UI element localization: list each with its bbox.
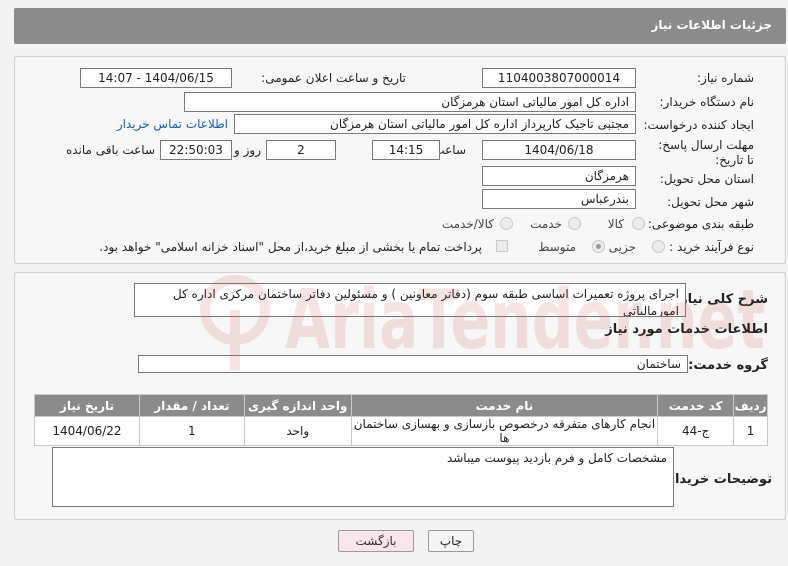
page-header: جزئیات اطلاعات نیاز bbox=[14, 8, 786, 44]
category-radio-goods[interactable] bbox=[632, 217, 645, 230]
days-field: 2 bbox=[266, 140, 336, 160]
remaining-time-field: 22:50:03 bbox=[160, 140, 232, 160]
process-label-minor: جزیی bbox=[608, 240, 636, 254]
back-button[interactable]: بازگشت bbox=[338, 530, 414, 552]
buyer-org-label: نام دستگاه خریدار: bbox=[659, 95, 755, 109]
process-radio-minor[interactable] bbox=[652, 240, 665, 253]
cell-service-code: ج-44 bbox=[657, 416, 735, 446]
announce-label: تاریخ و ساعت اعلان عمومی: bbox=[261, 71, 406, 85]
province-field: هرمزگان bbox=[482, 166, 636, 186]
category-label-goods: کالا bbox=[607, 217, 624, 231]
services-table-header: ردیف کد خدمت نام خدمت واحد اندازه گیری ت… bbox=[34, 394, 768, 417]
province-label: استان محل تحویل: bbox=[659, 172, 754, 186]
category-radio-goods-service[interactable] bbox=[500, 217, 513, 230]
need-number-label: شماره نیاز: bbox=[697, 71, 754, 85]
cell-row: 1 bbox=[733, 416, 768, 446]
days-label: روز و bbox=[234, 143, 261, 157]
remaining-label: ساعت باقی مانده bbox=[65, 143, 155, 157]
process-label-medium: متوسط bbox=[538, 240, 576, 254]
col-service-code: کد خدمت bbox=[657, 394, 735, 417]
need-number-field: 1104003807000014 bbox=[482, 68, 636, 88]
contact-info-link[interactable]: اطلاعات تماس خریدار bbox=[117, 117, 228, 131]
table-row: 1 ج-44 انجام کارهای متفرقه درخصوص بازساز… bbox=[34, 416, 768, 446]
cell-unit: واحد bbox=[243, 416, 352, 446]
buyer-notes-label: توضیحات خریدار: bbox=[662, 472, 772, 487]
page-title: جزئیات اطلاعات نیاز bbox=[651, 18, 772, 32]
process-label: نوع فرآیند خرید : bbox=[669, 240, 754, 254]
col-unit: واحد اندازه گیری bbox=[243, 394, 352, 417]
services-table: ردیف کد خدمت نام خدمت واحد اندازه گیری ت… bbox=[34, 394, 768, 446]
deadline-label: مهلت ارسال پاسخ: تا تاریخ: bbox=[658, 138, 754, 167]
category-label-service: خدمت bbox=[530, 217, 562, 231]
col-row: ردیف bbox=[733, 394, 768, 417]
summary-label: شرح کلی نیاز: bbox=[674, 292, 768, 307]
col-service-name: نام خدمت bbox=[350, 394, 659, 417]
announce-field: 1404/06/15 - 14:07 bbox=[80, 68, 232, 88]
cell-service-name: انجام کارهای متفرقه درخصوص بازسازی و بهس… bbox=[350, 416, 659, 446]
deadline-time-field: 14:15 bbox=[372, 140, 440, 160]
buyer-notes-text: مشخصات کامل و فرم بازدید پیوست میباشد bbox=[52, 447, 674, 507]
category-label-goods-service: کالا/خدمت bbox=[441, 217, 494, 231]
col-quantity: تعداد / مقدار bbox=[138, 394, 245, 417]
print-button[interactable]: چاپ bbox=[428, 530, 474, 552]
cell-quantity: 1 bbox=[138, 416, 245, 446]
cell-need-date: 1404/06/22 bbox=[34, 416, 140, 446]
summary-text: اجرای پروژه تعمیرات اساسی طبقه سوم (دفات… bbox=[134, 283, 686, 317]
deadline-date-field: 1404/06/18 bbox=[482, 140, 636, 160]
service-group-label: گروه خدمت: bbox=[688, 358, 768, 373]
city-field: بندرعباس bbox=[482, 189, 636, 209]
creator-label: ایجاد کننده درخواست: bbox=[643, 118, 754, 132]
payment-note: پرداخت تمام یا بخشی از مبلغ خرید،از محل … bbox=[99, 240, 482, 254]
treasury-checkbox[interactable] bbox=[496, 240, 508, 252]
category-radio-service[interactable] bbox=[568, 217, 581, 230]
service-group-field: ساختمان bbox=[138, 355, 688, 373]
city-label: شهر محل تحویل: bbox=[667, 195, 754, 209]
buyer-org-field: اداره کل امور مالیاتی استان هرمزگان bbox=[184, 92, 636, 112]
creator-field: مجتبی تاجیک کارپرداز اداره کل امور مالیا… bbox=[234, 114, 636, 134]
col-need-date: تاریخ نیاز bbox=[34, 394, 140, 417]
category-label: طبقه بندی موضوعی: bbox=[647, 217, 754, 231]
process-radio-medium[interactable] bbox=[592, 240, 605, 253]
services-section-title: اطلاعات خدمات مورد نیاز bbox=[605, 322, 768, 337]
